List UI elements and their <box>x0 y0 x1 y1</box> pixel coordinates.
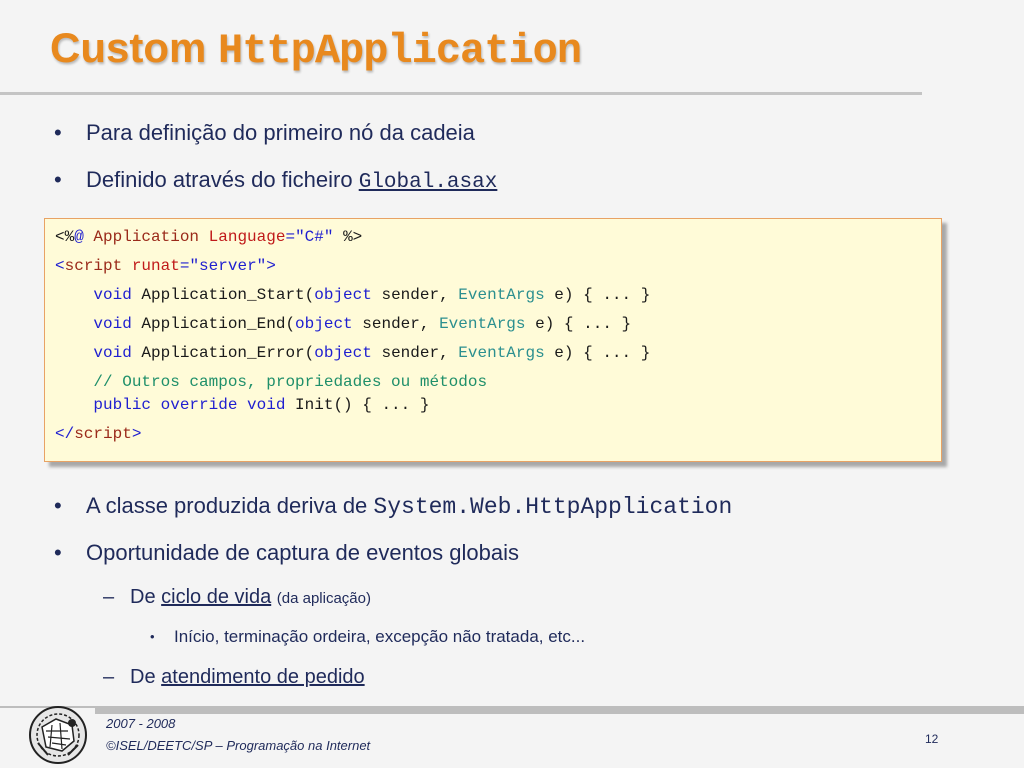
code-line-2: <script runat="server"> <box>55 257 276 275</box>
title-divider <box>0 92 922 95</box>
bullet-marker: • <box>54 540 62 565</box>
footer-copyright: ©ISEL/DEETC/SP – Programação na Internet <box>106 738 371 753</box>
bullet-marker: • <box>54 493 62 518</box>
sub-sub-text: Início, terminação ordeira, excepção não… <box>174 627 586 646</box>
code-line-1: <%@ Application Language="C#" %> <box>55 228 363 246</box>
footer-divider <box>95 706 1024 714</box>
bullet-text-prefix: A classe produzida deriva de <box>86 493 368 518</box>
bullet-marker: • <box>54 120 62 145</box>
code-line-5: void Application_Error(object sender, Ev… <box>93 344 651 362</box>
bullet-text: Para definição do primeiro nó da cadeia <box>86 120 475 145</box>
code-line-7: public override void Init() { ... } <box>93 396 430 414</box>
bullet-text: Oportunidade de captura de eventos globa… <box>86 540 519 565</box>
bullet-text-prefix: Definido através do ficheiro <box>86 167 353 192</box>
global-asax-link[interactable]: Global.asax <box>359 171 498 194</box>
sub-item-text: De atendimento de pedido <box>130 666 365 688</box>
footer-years: 2007 - 2008 <box>106 716 176 731</box>
slide-title-mono: HttpApplication <box>218 27 582 75</box>
sub-item-suffix: (da aplicação) <box>276 590 371 607</box>
atendimento-de-pedido-link[interactable]: atendimento de pedido <box>161 666 365 688</box>
sub-sub-marker: • <box>150 629 155 644</box>
code-line-4: void Application_End(object sender, Even… <box>93 315 632 333</box>
isel-logo-icon <box>29 706 87 764</box>
page-number: 12 <box>925 732 939 746</box>
sub-item-marker: – <box>103 586 115 608</box>
bullet-marker: • <box>54 167 62 192</box>
slide-title-prefix: Custom <box>50 24 207 71</box>
bullet-text: A classe produzida deriva de System.Web.… <box>86 493 732 520</box>
ciclo-de-vida-link[interactable]: ciclo de vida <box>161 586 271 608</box>
sub-item-text: De ciclo de vida (da aplicação) <box>130 586 371 608</box>
code-line-3: void Application_Start(object sender, Ev… <box>93 286 651 304</box>
bullet-text: Definido através do ficheiro Global.asax <box>86 167 497 194</box>
slide-title: Custom HttpApplication <box>50 24 582 75</box>
class-name-mono: System.Web.HttpApplication <box>373 494 733 520</box>
code-line-6: // Outros campos, propriedades ou método… <box>93 373 488 391</box>
code-block: <%@ Application Language="C#" %> <script… <box>44 218 942 462</box>
code-line-8: </script> <box>55 425 142 443</box>
sub-item-marker: – <box>103 666 115 688</box>
